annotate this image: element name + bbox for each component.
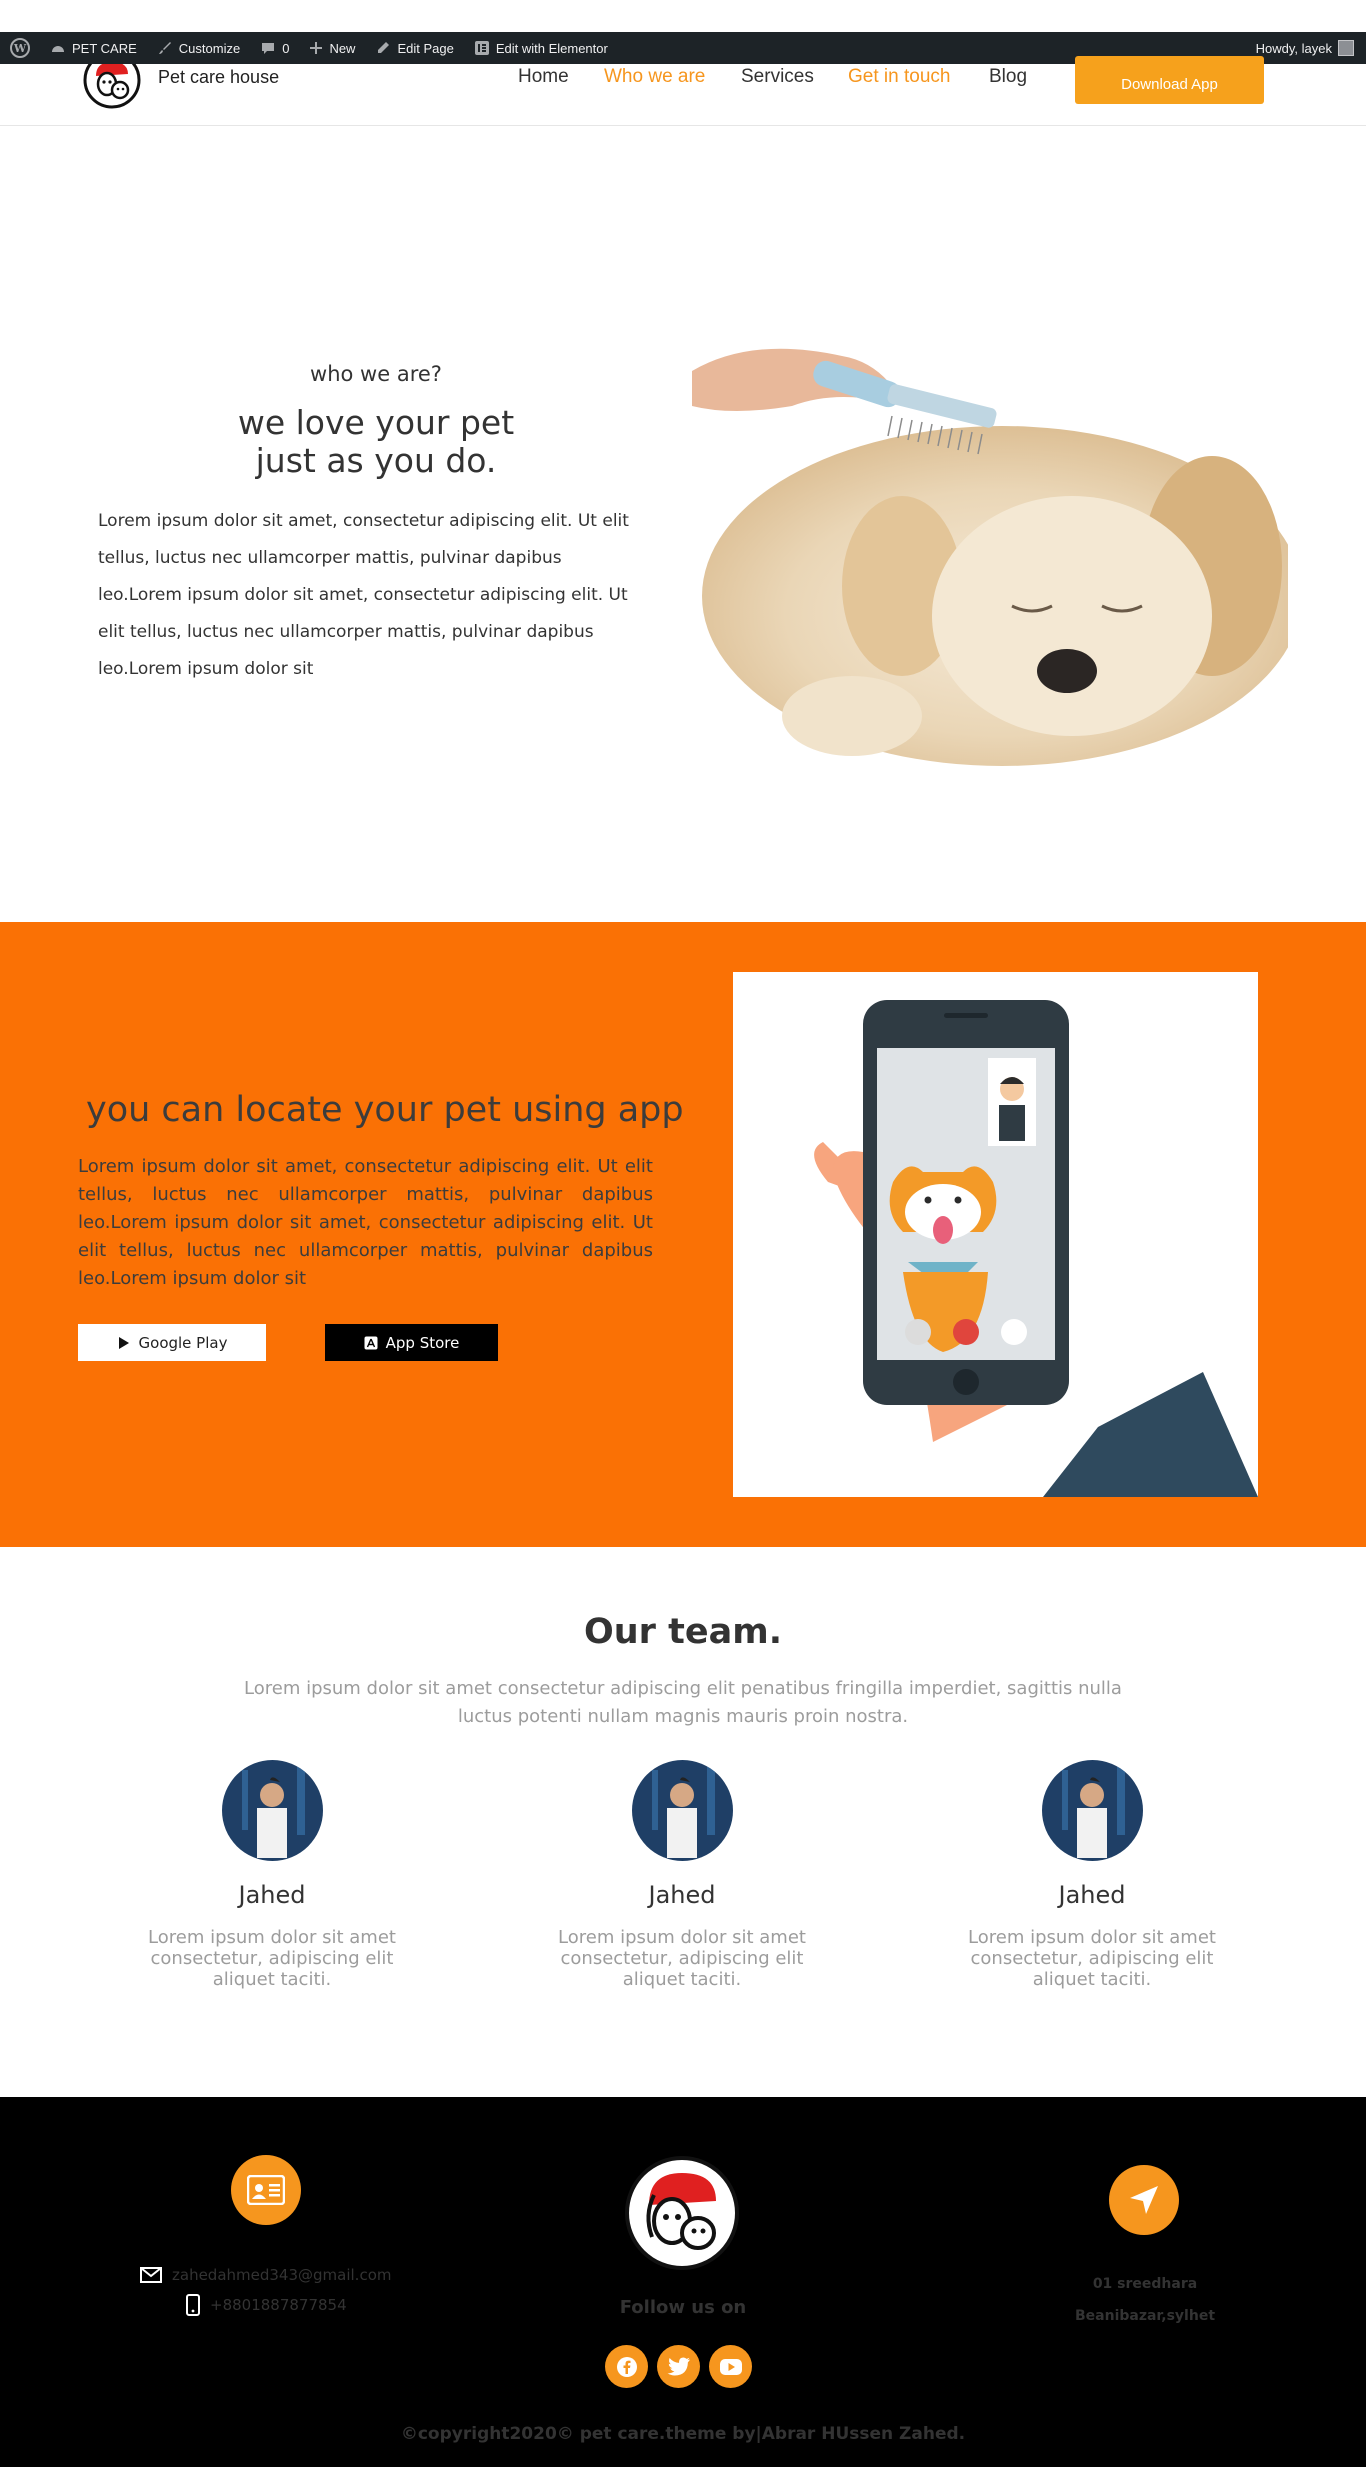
- edit-elementor-label: Edit with Elementor: [495, 40, 608, 56]
- team-member-name: Jahed: [648, 1881, 716, 1909]
- google-play-button[interactable]: Google Play: [78, 1324, 266, 1361]
- footer-logo: [624, 2155, 741, 2272]
- pet-logo-icon: [83, 64, 141, 109]
- main-nav: Home Who we are Services Get in touch Bl…: [518, 66, 1049, 88]
- google-play-label: Google Play: [138, 1333, 228, 1352]
- app-store-icon: [364, 1336, 378, 1349]
- team-member-avatar: [1041, 1760, 1143, 1861]
- youtube-link[interactable]: [709, 2345, 752, 2388]
- social-links: [605, 2345, 752, 2388]
- app-store-button[interactable]: App Store: [325, 1324, 498, 1361]
- twitter-icon: [667, 2357, 690, 2375]
- customize-label: Customize: [178, 40, 241, 56]
- address-line1: 01 sreedhara: [1092, 2276, 1198, 2292]
- site-header: Pet care house Home Who we are Services …: [0, 56, 1366, 126]
- user-avatar: [1338, 40, 1354, 56]
- sleeping-puppy-image: [692, 316, 1302, 772]
- who-title-line1: we love your pet: [237, 403, 515, 442]
- new-label: New: [329, 40, 356, 56]
- customize-link[interactable]: Customize: [147, 32, 250, 64]
- dashboard-icon: [52, 46, 64, 52]
- elementor-icon: [474, 41, 489, 55]
- who-body: Lorem ipsum dolor sit amet, consectetur …: [98, 511, 629, 679]
- team-member-name: Jahed: [1058, 1881, 1126, 1909]
- team-member-bio: Lorem ipsum dolor sit amet consectetur, …: [148, 1927, 396, 1990]
- nav-item-blog[interactable]: Blog: [989, 66, 1049, 88]
- download-app-button[interactable]: Download App: [1075, 56, 1264, 104]
- site-logo[interactable]: [82, 64, 142, 110]
- edit-page-label: Edit Page: [397, 40, 454, 56]
- team-member-card: Jahed Lorem ipsum dolor sit amet consect…: [532, 1760, 832, 1990]
- comments-link[interactable]: 0: [250, 32, 299, 64]
- facebook-link[interactable]: [605, 2345, 648, 2388]
- contact-card-icon: [231, 2155, 301, 2225]
- play-store-icon: [118, 1336, 129, 1349]
- email-row[interactable]: zahedahmed343@gmail.com: [140, 2260, 400, 2290]
- follow-label: Follow us on: [619, 2297, 747, 2318]
- howdy-label: Howdy, layek: [1255, 40, 1332, 56]
- brush-icon: [158, 42, 171, 54]
- who-kicker: who we are?: [310, 362, 442, 386]
- pencil-icon: [378, 42, 390, 53]
- new-content-link[interactable]: New: [299, 32, 365, 64]
- mobile-phone-icon: [186, 2294, 200, 2316]
- address-line2: Beanibazar,sylhet: [1074, 2308, 1216, 2324]
- edit-elementor-link[interactable]: Edit with Elementor: [464, 32, 618, 64]
- team-member-bio: Lorem ipsum dolor sit amet consectetur, …: [558, 1927, 806, 1990]
- team-member-bio: Lorem ipsum dolor sit amet consectetur, …: [968, 1927, 1216, 1990]
- admin-site-label: PET CARE: [72, 40, 137, 56]
- app-store-label: App Store: [385, 1333, 460, 1352]
- wordpress-icon: W: [10, 38, 30, 58]
- admin-site-link[interactable]: PET CARE: [40, 32, 147, 64]
- team-member-name: Jahed: [238, 1881, 306, 1909]
- footer-email: zahedahmed343@gmail.com: [172, 2266, 392, 2284]
- phone-row[interactable]: +8801887877854: [140, 2290, 400, 2320]
- admin-account-menu[interactable]: Howdy, layek: [1256, 40, 1366, 56]
- facebook-icon: [616, 2356, 637, 2377]
- team-member-card: Jahed Lorem ipsum dolor sit amet consect…: [942, 1760, 1242, 1990]
- team-subtitle: Lorem ipsum dolor sit amet consectetur a…: [244, 1678, 1122, 1727]
- team-member-avatar: [631, 1760, 733, 1861]
- nav-item-get-in-touch[interactable]: Get in touch: [848, 66, 989, 88]
- nav-item-who-we-are[interactable]: Who we are: [604, 66, 741, 88]
- edit-page-link[interactable]: Edit Page: [365, 32, 463, 64]
- plus-icon: [310, 42, 323, 54]
- copyright: ©copyright2020© pet care.theme by|Abrar …: [400, 2424, 966, 2444]
- site-title[interactable]: Pet care house: [158, 67, 279, 88]
- comment-icon: [262, 43, 275, 54]
- location-arrow-icon: [1109, 2165, 1179, 2235]
- youtube-icon: [719, 2358, 742, 2375]
- pet-logo-icon: [625, 2156, 739, 2270]
- wordpress-logo-button[interactable]: W: [0, 32, 40, 64]
- locate-body: Lorem ipsum dolor sit amet, consectetur …: [78, 1156, 653, 1289]
- who-title: we love your pet just as you do.: [0, 404, 752, 480]
- team-title: Our team.: [584, 1612, 782, 1652]
- comments-count: 0: [282, 40, 290, 56]
- team-member-avatar: [221, 1760, 323, 1861]
- envelope-icon: [140, 2267, 162, 2283]
- footer-phone: +8801887877854: [210, 2296, 347, 2314]
- footer-contact: zahedahmed343@gmail.com +8801887877854: [140, 2260, 400, 2320]
- app-illustration: [733, 972, 1258, 1497]
- footer-address: 01 sreedhara Beanibazar,sylhet: [1030, 2268, 1260, 2332]
- twitter-link[interactable]: [657, 2345, 700, 2388]
- who-title-line2: just as you do.: [255, 441, 497, 480]
- nav-item-home[interactable]: Home: [518, 66, 605, 88]
- locate-title: you can locate your pet using app: [86, 1090, 684, 1130]
- team-member-card: Jahed Lorem ipsum dolor sit amet consect…: [122, 1760, 422, 1990]
- nav-item-services[interactable]: Services: [741, 66, 850, 88]
- svg-text:W: W: [13, 42, 27, 55]
